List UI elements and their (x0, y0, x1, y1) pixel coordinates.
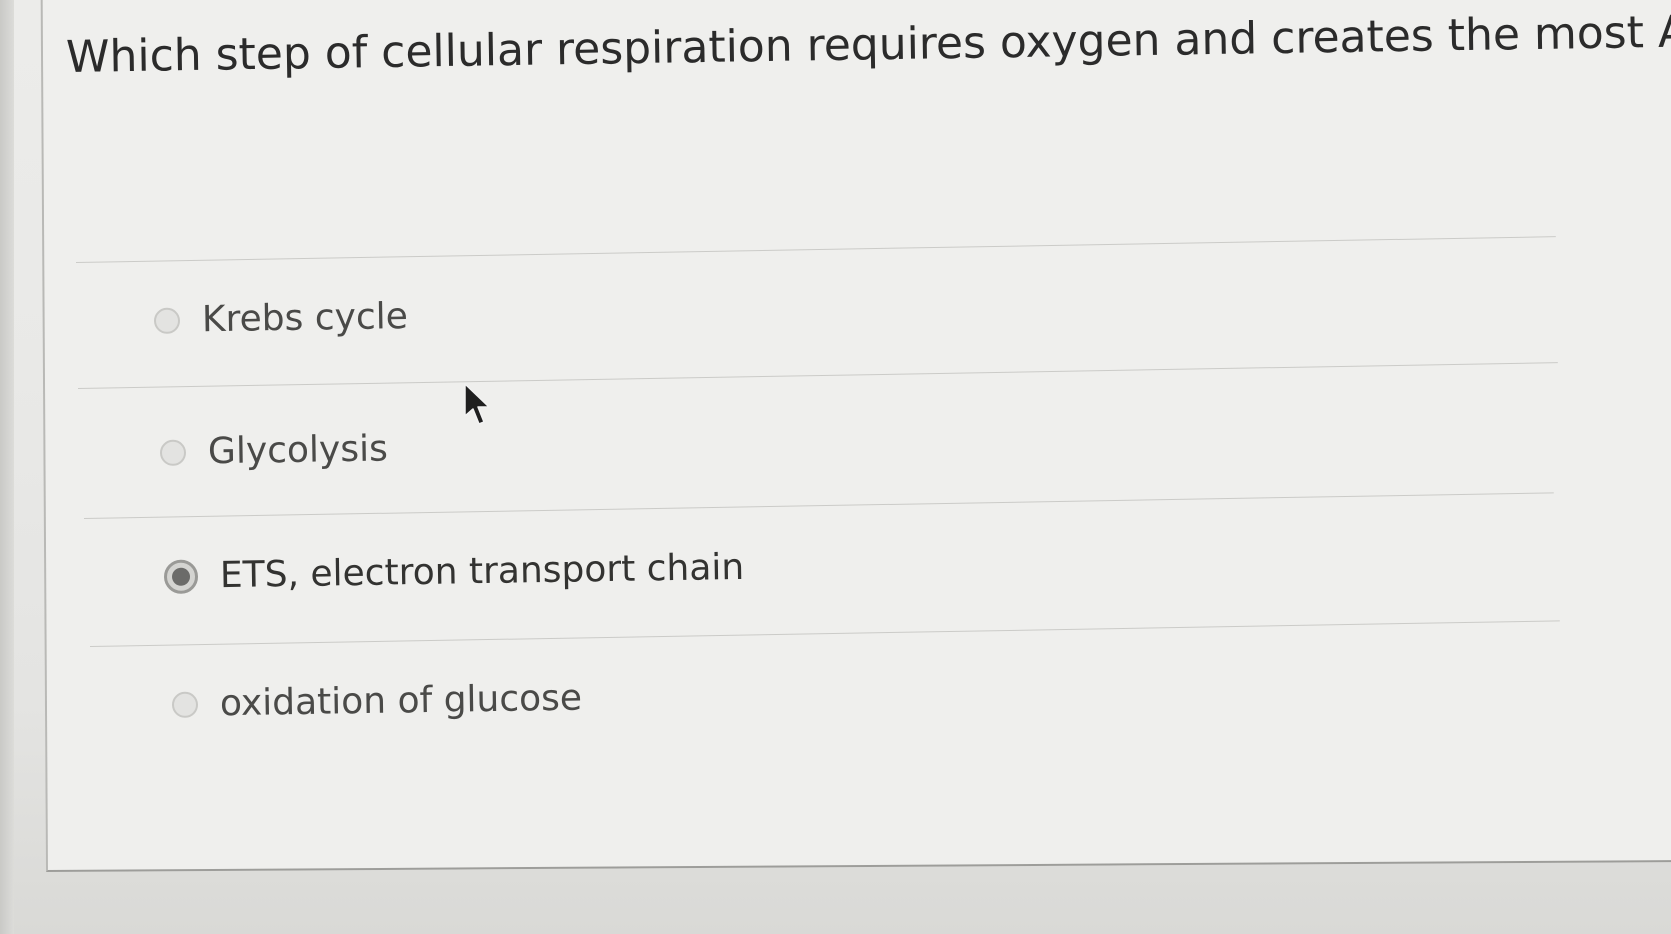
answer-label: Krebs cycle (201, 296, 409, 341)
radio-button-krebs-cycle[interactable] (153, 307, 181, 334)
radio-button-glycolysis[interactable] (159, 439, 187, 466)
radio-button-oxidation-of-glucose[interactable] (171, 691, 199, 718)
answer-label: Glycolysis (207, 428, 389, 473)
answer-label: ETS, electron transport chain (219, 546, 745, 597)
monitor-edge (0, 0, 14, 934)
answer-option-glycolysis[interactable]: Glycolysis (159, 428, 389, 473)
answer-option-oxidation-of-glucose[interactable]: oxidation of glucose (171, 677, 583, 725)
radio-button-ets-selected[interactable] (163, 558, 199, 594)
answer-label: oxidation of glucose (219, 677, 583, 725)
mouse-pointer-icon (464, 383, 490, 425)
radio-selected-dot (171, 567, 191, 586)
answer-option-krebs-cycle[interactable]: Krebs cycle (153, 296, 409, 341)
